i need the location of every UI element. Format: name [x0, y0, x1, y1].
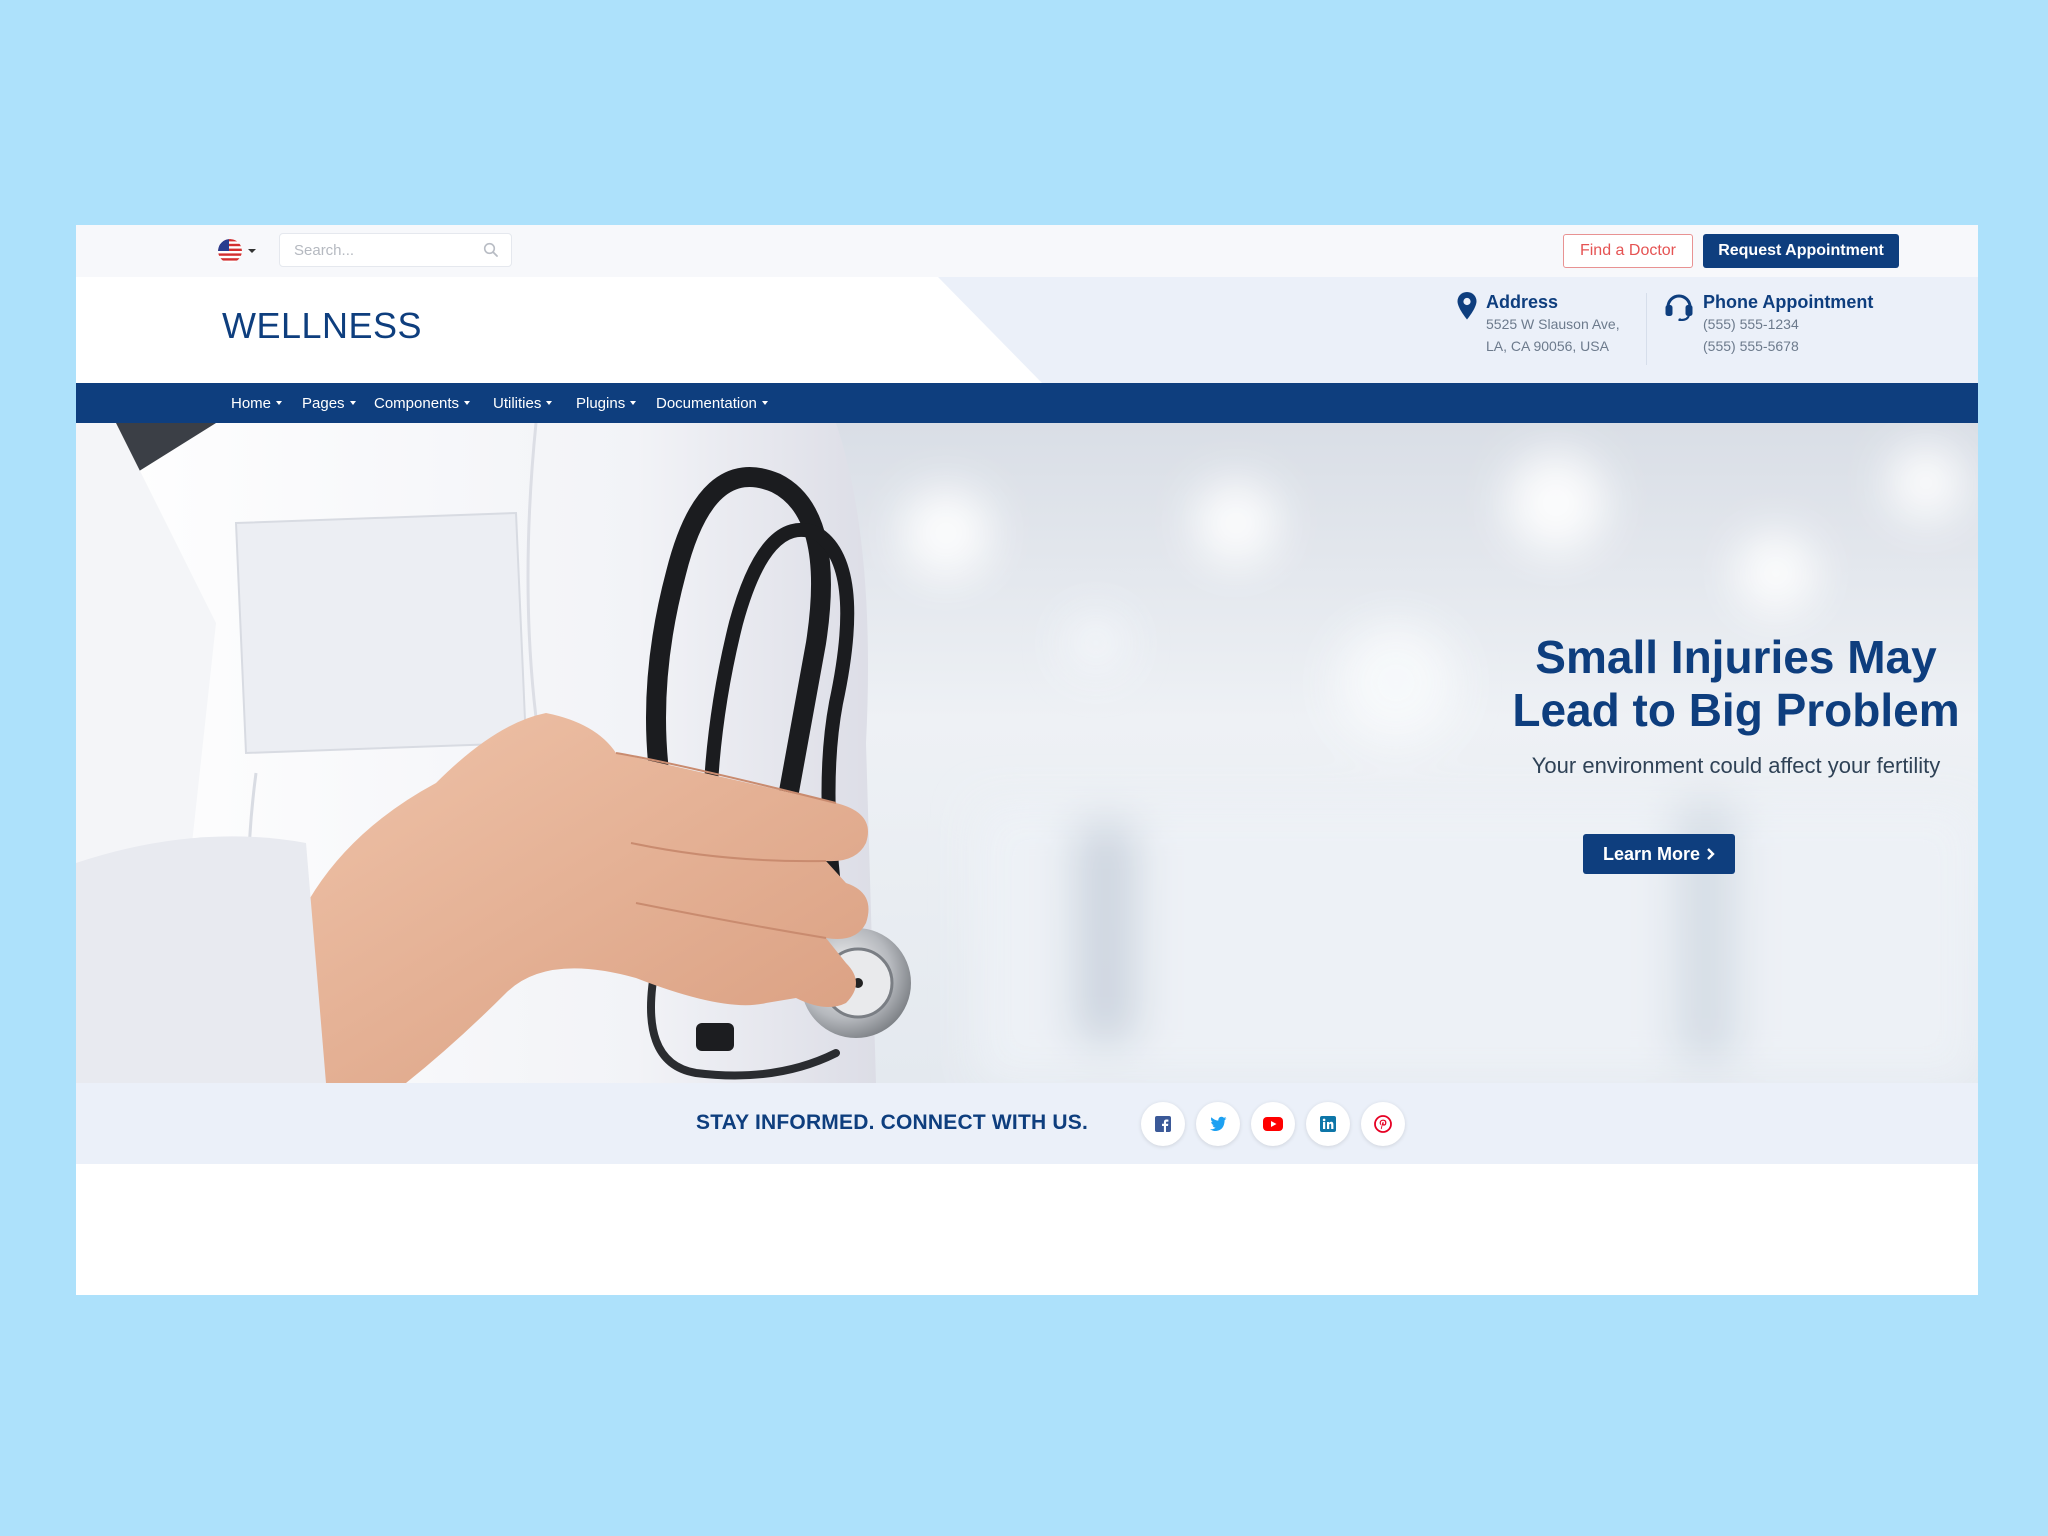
headset-icon [1665, 294, 1693, 321]
phone-line-1[interactable]: (555) 555-1234 [1703, 313, 1873, 335]
find-doctor-button[interactable]: Find a Doctor [1563, 234, 1693, 268]
twitter-icon [1210, 1116, 1227, 1132]
linkedin-icon [1320, 1116, 1336, 1132]
nav-item-documentation[interactable]: Documentation [656, 383, 768, 423]
chevron-down-icon [248, 249, 256, 253]
phone-block: Phone Appointment (555) 555-1234 (555) 5… [1663, 291, 1873, 357]
header-divider [1646, 293, 1647, 365]
nav-item-pages[interactable]: Pages [302, 383, 356, 423]
search-input[interactable] [280, 234, 474, 266]
website-frame: Find a Doctor Request Appointment WELLNE… [76, 225, 1978, 1295]
address-title: Address [1486, 292, 1559, 312]
us-flag-icon [218, 239, 242, 263]
twitter-button[interactable] [1196, 1102, 1240, 1146]
youtube-icon [1263, 1117, 1283, 1131]
chevron-down-icon [546, 401, 553, 405]
nav-item-plugins[interactable]: Plugins [576, 383, 637, 423]
main-nav: Home Pages Components Utilities Plugins … [76, 383, 1978, 423]
nav-item-home[interactable]: Home [231, 383, 283, 423]
chevron-down-icon [761, 401, 768, 405]
search-icon[interactable] [483, 242, 499, 258]
map-pin-icon [1457, 292, 1477, 320]
social-connect-band: STAY INFORMED. CONNECT WITH US. [76, 1083, 1978, 1164]
facebook-button[interactable] [1141, 1102, 1185, 1146]
facebook-icon [1155, 1116, 1171, 1132]
nav-item-utilities[interactable]: Utilities [493, 383, 553, 423]
site-header: WELLNESS Address 5525 W Slauson Ave, LA,… [76, 277, 1978, 383]
request-appointment-button[interactable]: Request Appointment [1703, 234, 1899, 268]
address-block: Address 5525 W Slauson Ave, LA, CA 90056… [1456, 291, 1620, 357]
nav-item-label: Pages [302, 394, 345, 412]
address-line-2: LA, CA 90056, USA [1486, 338, 1609, 354]
chevron-down-icon [349, 401, 356, 405]
chevron-down-icon [464, 401, 471, 405]
learn-more-label: Learn More [1602, 843, 1701, 864]
phone-title: Phone Appointment [1703, 292, 1874, 312]
hero-title-line-1: Small Injuries May [1535, 631, 1937, 683]
language-selector[interactable] [218, 238, 256, 264]
hero-banner: Small Injuries May Lead to Big Problem Y… [76, 423, 1978, 1083]
pinterest-icon [1374, 1115, 1392, 1133]
chevron-right-icon [1707, 848, 1715, 860]
nav-item-label: Utilities [493, 394, 542, 412]
nav-item-label: Documentation [656, 394, 757, 412]
nav-item-label: Components [374, 394, 460, 412]
brand-logo[interactable]: WELLNESS [222, 305, 422, 347]
nav-item-label: Home [231, 394, 272, 412]
top-bar: Find a Doctor Request Appointment [76, 225, 1978, 278]
youtube-button[interactable] [1251, 1102, 1295, 1146]
phone-line-2[interactable]: (555) 555-5678 [1703, 335, 1873, 357]
linkedin-button[interactable] [1306, 1102, 1350, 1146]
search-box [279, 233, 512, 267]
nav-item-components[interactable]: Components [374, 383, 471, 423]
hero-subtitle: Your environment could affect your ferti… [1531, 753, 1941, 778]
connect-heading: STAY INFORMED. CONNECT WITH US. [696, 1111, 1088, 1134]
chevron-down-icon [630, 401, 637, 405]
learn-more-button[interactable]: Learn More [1583, 834, 1735, 874]
address-line-1: 5525 W Slauson Ave, [1486, 316, 1620, 332]
pinterest-button[interactable] [1361, 1102, 1405, 1146]
hero-title: Small Injuries May Lead to Big Problem [1396, 631, 1978, 737]
chevron-down-icon [276, 401, 283, 405]
hero-title-line-2: Lead to Big Problem [1512, 684, 1960, 736]
nav-item-label: Plugins [576, 394, 626, 412]
